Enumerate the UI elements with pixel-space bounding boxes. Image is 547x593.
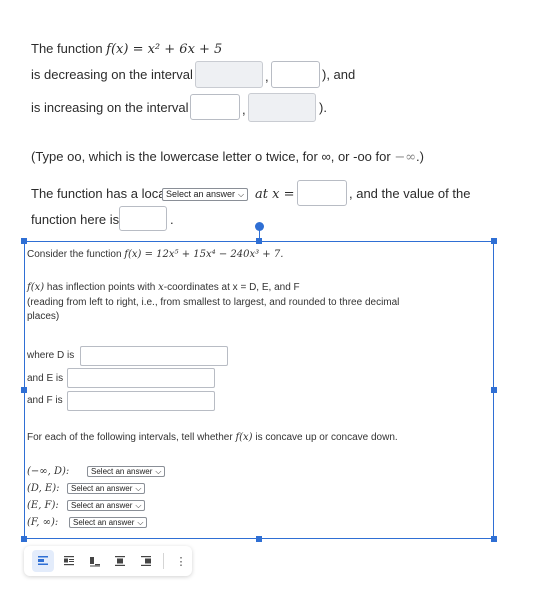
more-options-button[interactable]: ⋮ bbox=[170, 550, 192, 572]
concavity-text: For each of the following intervals, tel… bbox=[27, 432, 236, 443]
concavity-prompt: For each of the following intervals, tel… bbox=[27, 432, 398, 443]
q1-increasing-label: is increasing on the interval ( bbox=[31, 100, 197, 115]
toolbar-divider bbox=[163, 553, 165, 569]
align-wrap-button[interactable] bbox=[84, 550, 106, 572]
select-label: Select an answer bbox=[166, 189, 236, 199]
f-input[interactable] bbox=[67, 391, 215, 411]
resize-handle-bc[interactable] bbox=[256, 536, 262, 542]
inflection-text-2: -coordinates at x = D, E, and F bbox=[163, 282, 300, 293]
interval-3-label: (E, F): bbox=[27, 500, 59, 511]
at-x-label: at x = bbox=[255, 186, 294, 202]
infinity-note-text: (Type oo, which is the lowercase letter … bbox=[31, 149, 395, 164]
resize-handle-ml[interactable] bbox=[21, 387, 27, 393]
resize-handle-br[interactable] bbox=[491, 536, 497, 542]
chevron-down-icon: ⌵ bbox=[137, 518, 144, 527]
value-suffix: , and the value of the bbox=[349, 186, 471, 201]
comma: , bbox=[265, 69, 269, 84]
inflection-fx: f(x) bbox=[27, 282, 45, 293]
local-extreme-select[interactable]: Select an answer ⌵ bbox=[162, 188, 249, 201]
infinity-note-end: .) bbox=[416, 149, 424, 164]
function-value-line: function here is bbox=[31, 212, 119, 227]
interval-2-select[interactable]: Select an answer ⌵ bbox=[67, 483, 146, 494]
increasing-start-input[interactable] bbox=[190, 94, 240, 120]
q1-line2: is decreasing on the interval ( bbox=[31, 67, 201, 82]
resize-handle-bl[interactable] bbox=[21, 536, 27, 542]
interval-4-select[interactable]: Select an answer ⌵ bbox=[69, 517, 148, 528]
local-label: The function has a local bbox=[31, 186, 169, 201]
resize-handle-mr[interactable] bbox=[491, 387, 497, 393]
inflection-text: has inflection points with bbox=[44, 282, 159, 293]
align-inline-button[interactable] bbox=[58, 550, 80, 572]
decreasing-start-input[interactable] bbox=[195, 61, 263, 88]
interval-4-label: (F, ∞): bbox=[27, 517, 59, 528]
e-input[interactable] bbox=[67, 368, 215, 388]
interval-1-label: (−∞, D): bbox=[27, 466, 70, 477]
q1-decreasing-label: is decreasing on the interval ( bbox=[31, 67, 201, 82]
select-label: Select an answer bbox=[71, 501, 133, 510]
and-e-label: and E is bbox=[27, 373, 64, 384]
align-right-button[interactable] bbox=[135, 550, 157, 572]
d-input[interactable] bbox=[80, 346, 228, 366]
q1-function: f(x) = x² + 6x + 5 bbox=[106, 42, 223, 57]
resize-handle-tr[interactable] bbox=[491, 238, 497, 244]
align-center-button[interactable] bbox=[109, 550, 131, 572]
concavity-fx: f(x) bbox=[235, 432, 253, 443]
chevron-down-icon: ⌵ bbox=[135, 484, 142, 493]
resize-handle-tc[interactable] bbox=[256, 238, 262, 244]
q1-decreasing-suffix: ), and bbox=[322, 67, 356, 82]
align-left-button[interactable] bbox=[32, 550, 54, 572]
q1-line1: The function f(x) = x² + 6x + 5 bbox=[31, 41, 222, 57]
q1-line3: is increasing on the interval ( bbox=[31, 100, 196, 115]
q2-intro-text: Consider the function bbox=[27, 249, 125, 260]
period: . bbox=[170, 212, 174, 227]
chevron-down-icon: ⌵ bbox=[238, 190, 245, 199]
interval-1-select[interactable]: Select an answer ⌵ bbox=[87, 466, 166, 477]
reading-note-line2: places) bbox=[27, 311, 60, 322]
x-value-input[interactable] bbox=[297, 180, 347, 206]
decreasing-end-input[interactable] bbox=[271, 61, 320, 88]
select-label: Select an answer bbox=[71, 484, 133, 493]
at-x-text: at x = bbox=[255, 187, 295, 202]
and-f-label: and F is bbox=[27, 395, 63, 406]
function-value-input[interactable] bbox=[119, 206, 167, 231]
q2-function: f(x) = 12x⁵ + 15x⁴ − 240x³ + 7. bbox=[124, 249, 284, 260]
more-vertical-icon: ⋮ bbox=[175, 555, 187, 568]
align-right-icon bbox=[141, 556, 152, 566]
comma-2: , bbox=[242, 102, 246, 117]
align-wrap-icon bbox=[89, 557, 100, 567]
chevron-down-icon: ⌵ bbox=[135, 501, 142, 510]
function-value-label: function here is bbox=[31, 212, 120, 227]
increasing-end-input[interactable] bbox=[248, 93, 316, 122]
neg-infinity: −∞ bbox=[394, 150, 417, 165]
align-center-icon bbox=[115, 556, 126, 566]
where-d-label: where D is bbox=[27, 350, 75, 361]
chevron-down-icon: ⌵ bbox=[155, 467, 162, 476]
q1-line1-text: The function bbox=[31, 41, 107, 56]
interval-2-label: (D, E): bbox=[27, 483, 60, 494]
alignment-toolbar: ⋮ bbox=[24, 546, 192, 576]
q2-intro: Consider the function f(x) = 12x⁵ + 15x⁴… bbox=[27, 249, 283, 260]
inflection-line: f(x) has inflection points with x-coordi… bbox=[27, 282, 300, 293]
align-inline-icon bbox=[63, 556, 74, 566]
resize-handle-tl[interactable] bbox=[21, 238, 27, 244]
local-extreme-line: The function has a local bbox=[31, 186, 168, 201]
select-label: Select an answer bbox=[91, 467, 153, 476]
select-label: Select an answer bbox=[73, 518, 135, 527]
interval-3-select[interactable]: Select an answer ⌵ bbox=[67, 500, 146, 511]
infinity-note: (Type oo, which is the lowercase letter … bbox=[31, 149, 424, 165]
align-left-icon bbox=[37, 556, 48, 565]
q1-increasing-suffix: ). bbox=[319, 100, 327, 115]
reading-note-line1: (reading from left to right, i.e., from … bbox=[27, 297, 400, 308]
concavity-text-2: is concave up or concave down. bbox=[252, 432, 398, 443]
